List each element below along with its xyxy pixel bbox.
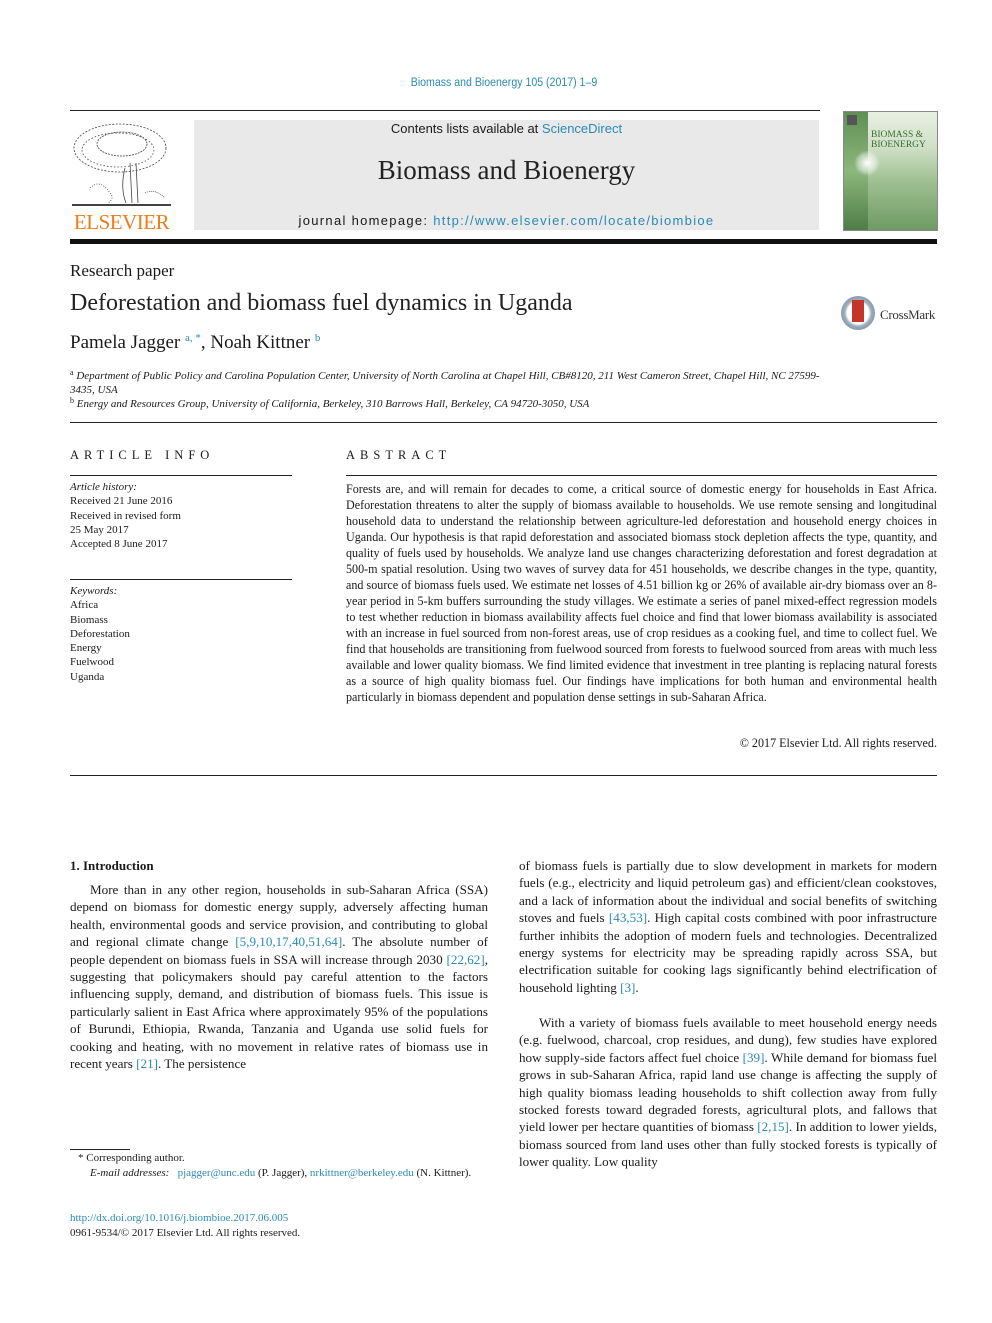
keyword: Fuelwood (70, 656, 114, 669)
divider (70, 475, 292, 476)
divider (70, 579, 292, 580)
header-thick-rule (70, 239, 937, 244)
keyword: Uganda (70, 670, 105, 683)
homepage-link[interactable]: http://www.elsevier.com/locate/biombioe (433, 213, 714, 228)
footnotes: * Corresponding author. E-mail addresses… (70, 1151, 488, 1181)
email-owner: (N. Kittner). (416, 1167, 472, 1179)
divider (346, 475, 937, 476)
article-type: Research paper (70, 261, 175, 280)
text-run: . The persistence (157, 1056, 247, 1072)
keyword: Energy (70, 642, 102, 655)
journal-title: Biomass and Bioenergy (377, 155, 636, 185)
abstract-text: Forests are, and will remain for decades… (346, 482, 937, 704)
affiliation-a: a Department of Public Policy and Caroli… (70, 366, 830, 397)
author-affiliation-mark[interactable]: b (315, 332, 321, 344)
journal-cover-thumbnail[interactable]: BIOMASS & BIOENERGY (843, 111, 938, 231)
history-item: Received in revised form (70, 509, 181, 522)
citation-link[interactable]: [2,15] (757, 1119, 789, 1134)
abstract-heading: ABSTRACT (346, 448, 452, 462)
contents-prefix: Contents lists available at (390, 121, 542, 136)
cover-elsevier-mark-icon (847, 115, 857, 125)
email-link[interactable]: nrkittner@berkeley.edu (310, 1167, 414, 1179)
crossmark-ribbon-icon (852, 300, 864, 322)
introduction-column-right-p2: With a variety of biomass fuels availabl… (519, 1014, 937, 1171)
introduction-column-right: of biomass fuels is partially due to slo… (519, 857, 937, 996)
citation-link[interactable]: [43,53] (609, 910, 647, 925)
homepage-prefix: journal homepage: (298, 213, 434, 228)
text-run: , suggesting that policymakers should pa… (70, 951, 488, 1072)
citation-link[interactable]: [5,9,10,17,40,51,64] (235, 934, 342, 949)
email-link[interactable]: pjagger@unc.edu (178, 1167, 256, 1179)
history-item: 25 May 2017 (70, 523, 129, 536)
text-run: . (635, 979, 639, 995)
history-item: Accepted 8 June 2017 (70, 538, 168, 551)
article-title: Deforestation and biomass fuel dynamics … (70, 290, 573, 316)
affiliation-b: b Energy and Resources Group, University… (70, 394, 830, 411)
footnote-rule (70, 1149, 130, 1150)
corresponding-author-note: * Corresponding author. (78, 1152, 185, 1164)
crossmark-badge[interactable]: CrossMark (841, 296, 951, 336)
author-separator: , (200, 332, 211, 353)
affiliation-mark: a (70, 368, 74, 377)
affiliation-text: Energy and Resources Group, University o… (76, 398, 590, 410)
crossmark-label: CrossMark (880, 307, 936, 322)
running-header[interactable]: Biomass and Bioenergy 105 (2017) 1–9 (40, 77, 967, 89)
article-history: Article history: Received 21 June 2016 R… (70, 480, 181, 551)
issn-copyright: 0961-9534/© 2017 Elsevier Ltd. All right… (70, 1227, 301, 1239)
divider (70, 422, 937, 423)
top-rule (70, 110, 820, 111)
cover-sun-graphic (854, 150, 880, 176)
history-label: Article history: (70, 481, 137, 493)
keyword: Biomass (70, 613, 108, 626)
contents-line: Contents lists available at ScienceDirec… (194, 121, 819, 136)
paragraph: With a variety of biomass fuels availabl… (519, 1014, 937, 1171)
homepage-line: journal homepage: http://www.elsevier.co… (194, 213, 819, 228)
introduction-column-left: More than in any other region, household… (70, 864, 488, 1072)
author-affiliation-mark[interactable]: a, * (185, 332, 201, 344)
history-item: Received 21 June 2016 (70, 495, 173, 508)
email-label: E-mail addresses: (90, 1167, 170, 1179)
cover-title: BIOMASS & BIOENERGY (871, 130, 926, 150)
abstract-copyright: © 2017 Elsevier Ltd. All rights reserved… (739, 736, 937, 750)
keywords-label: Keywords: (70, 585, 118, 597)
doi-link[interactable]: http://dx.doi.org/10.1016/j.biombioe.201… (70, 1211, 300, 1226)
doi-block: http://dx.doi.org/10.1016/j.biombioe.201… (70, 1211, 300, 1241)
author-name: Noah Kittner (210, 332, 311, 353)
citation-link[interactable]: [39] (743, 1050, 765, 1065)
paragraph: of biomass fuels is partially due to slo… (519, 857, 937, 996)
elsevier-wordmark[interactable]: ELSEVIER (70, 210, 173, 235)
citation-link[interactable]: [22,62] (447, 952, 485, 967)
affiliation-text: Department of Public Policy and Carolina… (70, 370, 820, 396)
keyword: Deforestation (70, 627, 130, 640)
sciencedirect-link[interactable]: ScienceDirect (542, 121, 622, 136)
article-info-heading: ARTICLE INFO (70, 448, 215, 462)
citation-link[interactable]: [21] (136, 1056, 158, 1071)
paragraph: More than in any other region, household… (70, 881, 488, 1072)
keywords: Keywords: Africa Biomass Deforestation E… (70, 584, 130, 684)
affiliation-mark: b (70, 396, 74, 405)
email-owner: (P. Jagger), (257, 1167, 308, 1179)
citation-link[interactable]: [3] (620, 980, 635, 995)
divider (70, 775, 937, 776)
author-name: Pamela Jagger (70, 332, 181, 353)
keyword: Africa (70, 599, 99, 612)
author-list: Pamela Jagger a, *, Noah Kittner b (70, 332, 320, 354)
